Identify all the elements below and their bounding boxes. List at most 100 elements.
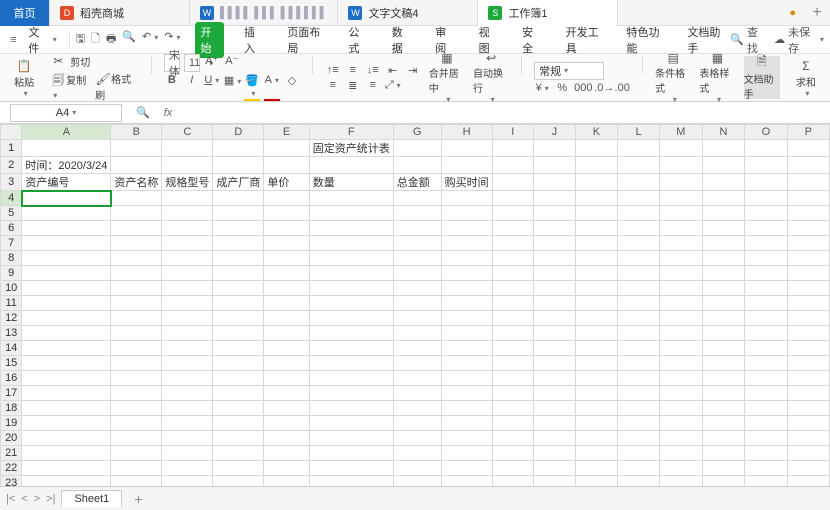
- font-color-button[interactable]: A: [264, 74, 280, 101]
- comma-icon[interactable]: 000: [574, 82, 590, 94]
- cell-G12[interactable]: [393, 311, 441, 326]
- cell-O7[interactable]: [745, 236, 788, 251]
- cell-P3[interactable]: [787, 174, 829, 191]
- cell-F10[interactable]: [309, 281, 393, 296]
- cell-L13[interactable]: [618, 326, 660, 341]
- cell-J14[interactable]: [533, 341, 575, 356]
- cell-P11[interactable]: [787, 296, 829, 311]
- cell-M8[interactable]: [660, 251, 703, 266]
- cell-K12[interactable]: [575, 311, 617, 326]
- cell-H16[interactable]: [441, 371, 492, 386]
- cell-C12[interactable]: [162, 311, 213, 326]
- cell-A19[interactable]: [22, 416, 111, 431]
- cell-G3[interactable]: 总金额: [393, 174, 441, 191]
- nav-first-icon[interactable]: |<: [6, 493, 15, 505]
- cell-O15[interactable]: [745, 356, 788, 371]
- row-header-10[interactable]: 10: [1, 281, 22, 296]
- cell-C9[interactable]: [162, 266, 213, 281]
- cell-B6[interactable]: [111, 221, 162, 236]
- cell-K14[interactable]: [575, 341, 617, 356]
- cell-E4[interactable]: [264, 191, 309, 206]
- row-header-23[interactable]: 23: [1, 476, 22, 487]
- cell-K21[interactable]: [575, 446, 617, 461]
- col-header-C[interactable]: C: [162, 125, 213, 140]
- cell-D2[interactable]: [213, 157, 264, 174]
- cell-A1[interactable]: [22, 140, 111, 157]
- zoom-icon[interactable]: 🔍: [128, 106, 158, 119]
- cell-D1[interactable]: [213, 140, 264, 157]
- cell-J20[interactable]: [533, 431, 575, 446]
- cell-J8[interactable]: [533, 251, 575, 266]
- cell-N14[interactable]: [702, 341, 744, 356]
- cell-O17[interactable]: [745, 386, 788, 401]
- cell-A16[interactable]: [22, 371, 111, 386]
- cell-L9[interactable]: [618, 266, 660, 281]
- cell-I7[interactable]: [492, 236, 533, 251]
- row-header-19[interactable]: 19: [1, 416, 22, 431]
- cell-M3[interactable]: [660, 174, 703, 191]
- cell-N23[interactable]: [702, 476, 744, 487]
- cell-M12[interactable]: [660, 311, 703, 326]
- tab-doke-mall[interactable]: D 稻壳商城: [50, 0, 190, 26]
- cell-G4[interactable]: [393, 191, 441, 206]
- cell-J23[interactable]: [533, 476, 575, 487]
- align-top-icon[interactable]: ↑≡: [325, 64, 341, 77]
- cell-E17[interactable]: [264, 386, 309, 401]
- cell-B1[interactable]: [111, 140, 162, 157]
- cell-K7[interactable]: [575, 236, 617, 251]
- cell-N18[interactable]: [702, 401, 744, 416]
- cell-D5[interactable]: [213, 206, 264, 221]
- cell-A9[interactable]: [22, 266, 111, 281]
- cell-I9[interactable]: [492, 266, 533, 281]
- cell-N17[interactable]: [702, 386, 744, 401]
- cell-G14[interactable]: [393, 341, 441, 356]
- cell-A5[interactable]: [22, 206, 111, 221]
- cell-L7[interactable]: [618, 236, 660, 251]
- col-header-K[interactable]: K: [575, 125, 617, 140]
- cell-N8[interactable]: [702, 251, 744, 266]
- row-header-22[interactable]: 22: [1, 461, 22, 476]
- cell-N21[interactable]: [702, 446, 744, 461]
- cell-O1[interactable]: [745, 140, 788, 157]
- col-header-H[interactable]: H: [441, 125, 492, 140]
- col-header-P[interactable]: P: [787, 125, 829, 140]
- cell-P4[interactable]: [787, 191, 829, 206]
- cell-A12[interactable]: [22, 311, 111, 326]
- row-header-1[interactable]: 1: [1, 140, 22, 157]
- cell-F19[interactable]: [309, 416, 393, 431]
- cell-K17[interactable]: [575, 386, 617, 401]
- cell-K22[interactable]: [575, 461, 617, 476]
- row-header-20[interactable]: 20: [1, 431, 22, 446]
- cell-D8[interactable]: [213, 251, 264, 266]
- print-icon[interactable]: 🖶: [106, 30, 116, 49]
- cell-I22[interactable]: [492, 461, 533, 476]
- cell-I3[interactable]: [492, 174, 533, 191]
- cell-G1[interactable]: [393, 140, 441, 157]
- row-header-7[interactable]: 7: [1, 236, 22, 251]
- cell-A22[interactable]: [22, 461, 111, 476]
- cell-J17[interactable]: [533, 386, 575, 401]
- cell-I4[interactable]: [492, 191, 533, 206]
- cell-M2[interactable]: [660, 157, 703, 174]
- cell-K5[interactable]: [575, 206, 617, 221]
- cell-J9[interactable]: [533, 266, 575, 281]
- cell-M22[interactable]: [660, 461, 703, 476]
- cell-M19[interactable]: [660, 416, 703, 431]
- cell-I8[interactable]: [492, 251, 533, 266]
- cell-E15[interactable]: [264, 356, 309, 371]
- cell-A3[interactable]: 资产编号: [22, 174, 111, 191]
- cell-J12[interactable]: [533, 311, 575, 326]
- sheet-tab[interactable]: Sheet1: [61, 490, 122, 507]
- spreadsheet-grid[interactable]: ABCDEFGHIJKLMNOP1固定资产统计表2时间：2020/3/243资产…: [0, 124, 830, 486]
- cell-J3[interactable]: [533, 174, 575, 191]
- cell-F5[interactable]: [309, 206, 393, 221]
- cell-G8[interactable]: [393, 251, 441, 266]
- cell-P1[interactable]: [787, 140, 829, 157]
- cell-G9[interactable]: [393, 266, 441, 281]
- nav-next-icon[interactable]: >: [34, 493, 40, 505]
- cell-G22[interactable]: [393, 461, 441, 476]
- cell-F16[interactable]: [309, 371, 393, 386]
- cell-K19[interactable]: [575, 416, 617, 431]
- menutab-data[interactable]: 数据: [386, 22, 415, 58]
- cell-A2[interactable]: 时间：2020/3/24: [22, 157, 111, 174]
